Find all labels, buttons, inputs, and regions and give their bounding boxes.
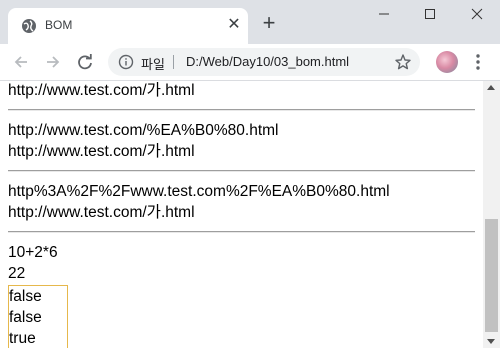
output-line: http://www.test.com/%EA%B0%80.html: [8, 122, 279, 139]
url-separator: [173, 55, 174, 69]
browser-tab[interactable]: BOM ✕: [8, 8, 248, 44]
back-arrow-icon[interactable]: [10, 51, 32, 73]
title-bar: BOM ✕ +: [0, 0, 500, 44]
scroll-down-arrow-icon[interactable]: [487, 339, 495, 344]
boxed-output: false false true: [8, 285, 68, 348]
maximize-button[interactable]: [407, 0, 453, 32]
page-viewport: http://www.test.com/가.html http://www.te…: [0, 81, 483, 348]
output-line: http://www.test.com/가.html: [8, 143, 195, 160]
browser-toolbar: 파일 D:/Web/Day10/03_bom.html: [0, 44, 500, 81]
close-window-button[interactable]: [454, 0, 500, 32]
url-text[interactable]: D:/Web/Day10/03_bom.html: [186, 54, 349, 69]
vertical-scrollbar[interactable]: [483, 81, 500, 348]
close-tab-icon[interactable]: ✕: [226, 17, 242, 33]
output-line: true: [9, 330, 36, 347]
page-content: http://www.test.com/가.html http://www.te…: [8, 81, 475, 348]
forward-arrow-icon[interactable]: [42, 51, 64, 73]
maximize-icon: [425, 9, 435, 19]
output-line: http%3A%2F%2Fwww.test.com%2F%EA%B0%80.ht…: [8, 183, 390, 200]
output-line: false: [9, 309, 42, 326]
tab-title: BOM: [45, 18, 73, 32]
minimize-button[interactable]: [361, 0, 407, 32]
site-info-label[interactable]: 파일: [141, 54, 165, 73]
profile-avatar[interactable]: [436, 51, 458, 73]
info-icon[interactable]: [118, 54, 134, 70]
divider: [8, 231, 475, 233]
globe-icon: [22, 19, 36, 33]
new-tab-button[interactable]: +: [259, 12, 279, 34]
bookmark-star-icon[interactable]: [394, 53, 412, 71]
close-icon: [471, 8, 483, 20]
scrollbar-thumb[interactable]: [485, 219, 498, 332]
more-menu-icon[interactable]: [470, 52, 486, 72]
divider: [8, 109, 475, 111]
output-line: http://www.test.com/가.html: [8, 204, 195, 221]
output-line: 10+2*6: [8, 244, 58, 261]
reload-icon[interactable]: [74, 51, 96, 73]
output-line: http://www.test.com/가.html: [8, 82, 195, 99]
divider: [8, 170, 475, 172]
output-line: false: [9, 288, 42, 305]
scroll-up-arrow-icon[interactable]: [487, 85, 495, 90]
output-line: 22: [8, 265, 26, 282]
address-bar[interactable]: 파일 D:/Web/Day10/03_bom.html: [108, 48, 420, 76]
minimize-icon: [379, 13, 389, 15]
